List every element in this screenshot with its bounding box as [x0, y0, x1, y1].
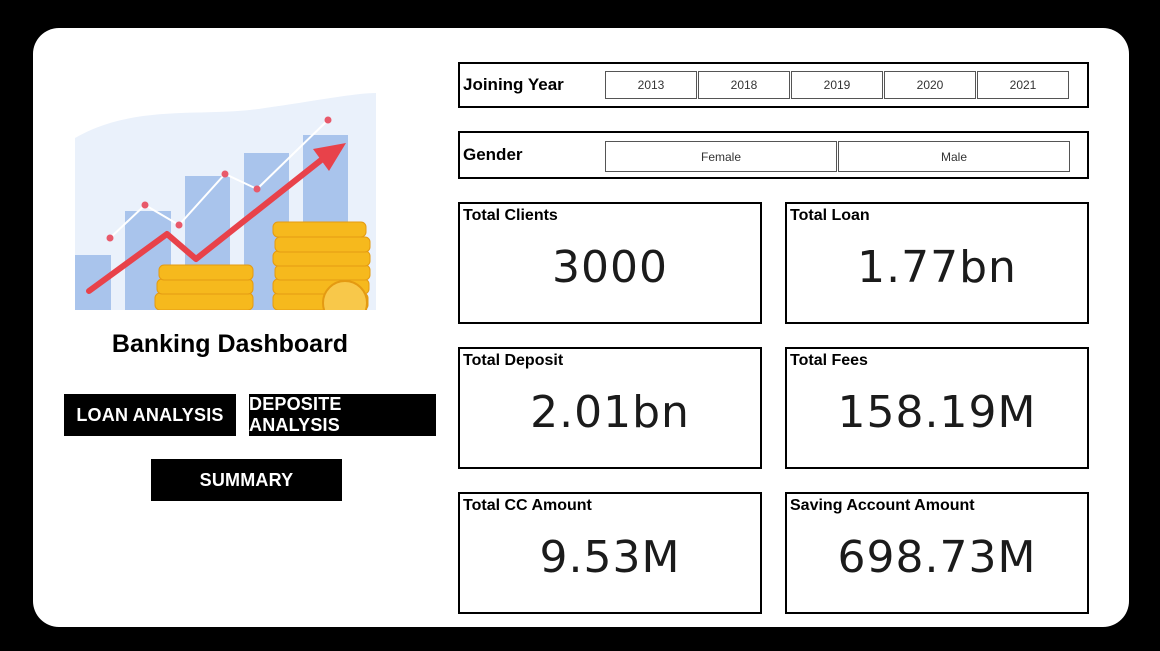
kpi-saving-account-amount: Saving Account Amount 698.73M [785, 492, 1089, 614]
year-option-2020[interactable]: 2020 [884, 71, 976, 99]
summary-button[interactable]: SUMMARY [151, 459, 342, 501]
kpi-total-clients: Total Clients 3000 [458, 202, 762, 324]
year-option-2021[interactable]: 2021 [977, 71, 1069, 99]
gender-option-male[interactable]: Male [838, 141, 1070, 172]
kpi-value: 698.73M [837, 532, 1037, 583]
kpi-total-fees: Total Fees 158.19M [785, 347, 1089, 469]
growth-chart-illustration [75, 93, 376, 310]
kpi-label: Total Clients [463, 207, 558, 224]
kpi-total-deposit: Total Deposit 2.01bn [458, 347, 762, 469]
deposit-analysis-button[interactable]: DEPOSITE ANALYSIS [249, 394, 436, 436]
dashboard-title: Banking Dashboard [111, 330, 349, 358]
gender-slicer: Gender Female Male [458, 131, 1089, 179]
kpi-label: Saving Account Amount [790, 497, 975, 514]
year-option-2018[interactable]: 2018 [698, 71, 790, 99]
year-option-2013[interactable]: 2013 [605, 71, 697, 99]
loan-analysis-button[interactable]: LOAN ANALYSIS [64, 394, 236, 436]
gender-option-female[interactable]: Female [605, 141, 837, 172]
year-option-2019[interactable]: 2019 [791, 71, 883, 99]
joining-year-slicer: Joining Year 2013 2018 2019 2020 2021 [458, 62, 1089, 108]
kpi-total-cc-amount: Total CC Amount 9.53M [458, 492, 762, 614]
gender-label: Gender [463, 145, 523, 164]
kpi-value: 3000 [552, 242, 668, 293]
kpi-label: Total Fees [790, 352, 868, 369]
kpi-value: 158.19M [837, 387, 1037, 438]
kpi-value: 1.77bn [857, 242, 1017, 293]
kpi-label: Total CC Amount [463, 497, 592, 514]
kpi-value: 9.53M [539, 532, 681, 583]
kpi-label: Total Loan [790, 207, 870, 224]
kpi-value: 2.01bn [530, 387, 690, 438]
kpi-label: Total Deposit [463, 352, 564, 369]
kpi-total-loan: Total Loan 1.77bn [785, 202, 1089, 324]
joining-year-label: Joining Year [463, 75, 564, 94]
